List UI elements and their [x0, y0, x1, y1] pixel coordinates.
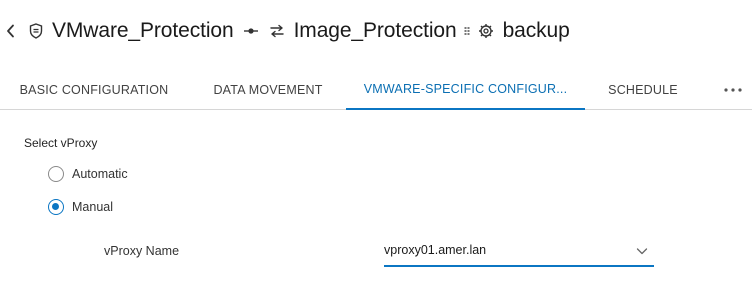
breadcrumb-label: VMware_Protection [52, 19, 234, 42]
vproxy-name-select[interactable]: vproxy01.amer.lan [384, 234, 654, 267]
tab-vmware-specific-configuration[interactable]: VMWARE-SPECIFIC CONFIGUR... [346, 70, 585, 110]
breadcrumb-item-policy[interactable]: VMware_Protection [26, 19, 234, 43]
more-horizontal-icon [724, 88, 742, 92]
tab-label: VMWARE-SPECIFIC CONFIGUR... [363, 82, 568, 96]
section-title-select-vproxy: Select vProxy [24, 136, 98, 150]
radio-label: Automatic [72, 167, 128, 181]
tab-label: DATA MOVEMENT [213, 83, 323, 97]
chevron-left-icon [7, 24, 14, 38]
tab-data-movement[interactable]: DATA MOVEMENT [196, 70, 340, 110]
arrows-exchange-icon [268, 20, 286, 42]
tab-schedule[interactable]: SCHEDULE [598, 70, 688, 110]
breadcrumb-label: backup [502, 19, 570, 42]
gear-icon [477, 20, 495, 42]
breadcrumb-item-group[interactable]: Image_Protection [268, 19, 457, 43]
radio-label: Manual [72, 200, 113, 214]
connector-icon [240, 27, 262, 35]
vproxy-name-label: vProxy Name [104, 244, 180, 258]
back-button[interactable] [4, 20, 18, 42]
separator-dots-icon [461, 26, 473, 36]
radio-button[interactable] [48, 166, 64, 182]
more-tabs-button[interactable] [718, 70, 748, 110]
tab-label: BASIC CONFIGURATION [19, 83, 169, 97]
radio-manual[interactable]: Manual [48, 199, 113, 215]
tab-basic-configuration[interactable]: BASIC CONFIGURATION [10, 70, 178, 110]
radio-automatic[interactable]: Automatic [48, 166, 128, 182]
radio-button[interactable] [48, 199, 64, 215]
tab-label: SCHEDULE [608, 83, 678, 97]
page-header: VMware_Protection Image_Protection backu… [0, 0, 752, 62]
breadcrumb-item-action[interactable]: backup [477, 19, 570, 43]
select-value: vproxy01.amer.lan [384, 243, 487, 257]
shield-icon [26, 20, 46, 42]
chevron-down-icon [636, 248, 648, 255]
tab-bar: BASIC CONFIGURATION DATA MOVEMENT VMWARE… [0, 70, 752, 110]
breadcrumb-label: Image_Protection [293, 19, 457, 42]
